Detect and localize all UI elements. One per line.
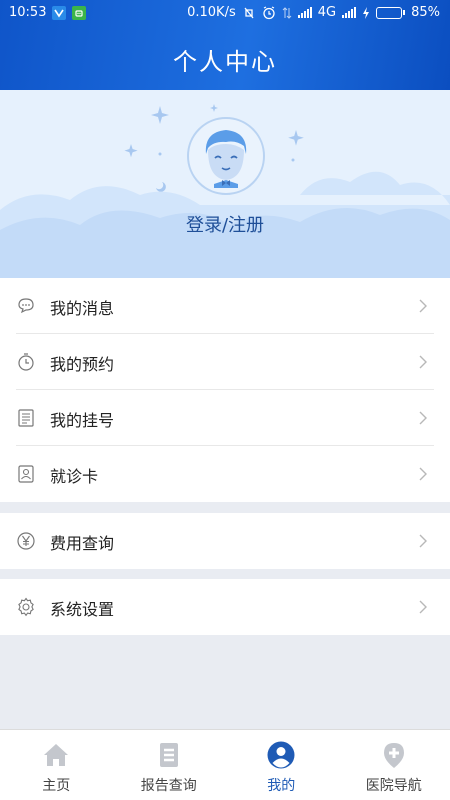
chevron-right-icon [419,411,427,425]
notification-robot-icon [72,5,87,20]
tab-label: 医院导航 [365,778,422,794]
tab-hospital-navigation[interactable]: 医院导航 [338,730,450,800]
chevron-right-icon [419,299,427,313]
chat-bubble-icon [18,298,34,314]
battery-icon [376,6,406,19]
tab-label: 我的 [267,778,296,794]
menu-item-label: 系统设置 [50,600,115,619]
menu-group-billing: 费用查询 [0,513,450,569]
avatar[interactable] [186,116,266,196]
clock-icon [18,353,34,371]
menu-item-system-settings[interactable]: 系统设置 [0,579,450,635]
menu-item-registrations[interactable]: 我的挂号 [0,390,450,446]
net-speed: 0.10K/s [187,5,236,20]
id-card-icon [18,465,34,483]
location-cross-icon [383,743,404,768]
menu-item-label: 费用查询 [50,534,115,553]
home-icon [44,744,69,766]
status-bar-left: 10:53 [9,5,87,20]
menu-item-appointments[interactable]: 我的预约 [0,334,450,390]
data-transfer-icon [282,6,292,19]
list-document-icon [18,409,34,427]
tab-report-query[interactable]: 报告查询 [113,730,226,800]
tab-home[interactable]: 主页 [0,730,113,800]
menu-item-label: 我的挂号 [50,411,115,430]
profile-hero: 登录/注册 [0,90,450,278]
menu-item-messages[interactable]: 我的消息 [0,278,450,334]
chevron-right-icon [419,467,427,481]
report-icon [159,743,178,767]
notification-app-icon [52,5,67,20]
tab-label: 主页 [42,778,71,794]
charging-bolt-icon [363,6,370,19]
status-time: 10:53 [9,5,47,20]
chevron-right-icon [419,600,427,614]
page-title: 个人中心 [173,48,277,76]
vibrate-off-icon [244,7,254,18]
gear-icon [18,597,34,617]
app-header: 10:53 0.10K/s 4G 85% 个人中心 [0,0,450,90]
tab-mine[interactable]: 我的 [225,730,338,800]
user-icon [267,741,295,769]
menu-item-label: 我的预约 [50,355,115,374]
login-register-link[interactable]: 登录/注册 [0,211,450,237]
tab-label: 报告查询 [140,778,197,794]
alarm-clock-icon [263,5,275,19]
yen-icon [17,532,35,550]
menu-item-fee-query[interactable]: 费用查询 [0,513,450,569]
network-type: 4G [317,5,337,20]
signal-strength-icon-1 [297,7,312,18]
battery-percent: 85% [411,5,440,20]
menu-group-settings: 系统设置 [0,579,450,635]
signal-strength-icon-2 [342,7,357,18]
bottom-tab-bar: 主页 报告查询 我的 医院导航 [0,729,450,800]
menu-group-account: 我的消息 我的预约 我的挂号 就诊卡 [0,278,450,502]
status-bar: 10:53 0.10K/s 4G 85% [0,0,450,26]
status-bar-right: 0.10K/s 4G 85% [187,5,440,20]
chevron-right-icon [419,534,427,548]
menu-item-label: 我的消息 [50,299,115,318]
chevron-right-icon [419,355,427,369]
menu-item-medical-card[interactable]: 就诊卡 [0,446,450,502]
menu-item-label: 就诊卡 [50,467,99,486]
